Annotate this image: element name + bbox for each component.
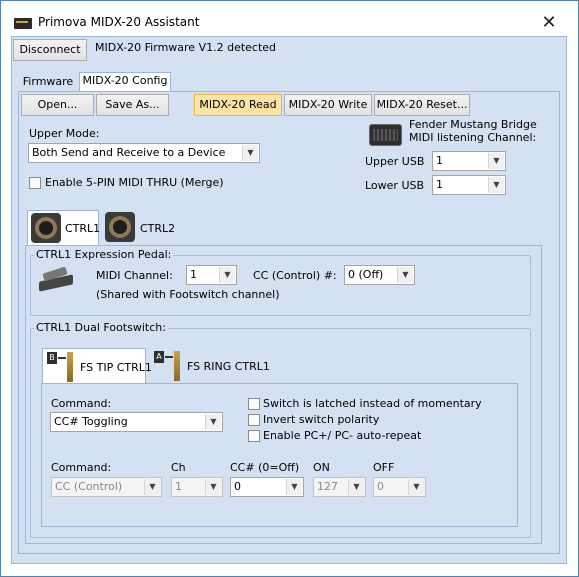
tab-ctrl2[interactable]: CTRL2 <box>104 212 176 244</box>
upper-mode-select[interactable]: Both Send and Receive to a Device ▼ <box>28 143 260 163</box>
chevron-down-icon: ▼ <box>144 479 160 495</box>
midx20-read-button[interactable]: MIDX-20 Read <box>194 94 282 116</box>
row-command-select[interactable]: CC (Control) ▼ <box>51 477 162 497</box>
row-command-label: Command: <box>51 461 112 474</box>
upper-mode-value: Both Send and Receive to a Device <box>32 146 226 159</box>
lower-usb-value: 1 <box>436 178 443 191</box>
row-ch-value: 1 <box>175 480 182 493</box>
fs-ring-badge: A <box>154 351 164 363</box>
invert-polarity-checkbox[interactable] <box>248 414 260 426</box>
tab-fs-ring[interactable]: A FS RING CTRL1 <box>152 350 270 382</box>
jack-icon <box>105 212 135 242</box>
midx20-write-button[interactable]: MIDX-20 Write <box>284 94 372 116</box>
fender-title: Fender Mustang Bridge <box>409 118 537 131</box>
tab-ctrl2-label: CTRL2 <box>140 222 176 235</box>
upper-usb-value: 1 <box>436 154 443 167</box>
jack-icon <box>31 213 61 243</box>
chevron-down-icon: ▼ <box>286 479 302 495</box>
row-on-value: 127 <box>317 480 338 493</box>
cc-control-value: 0 (Off) <box>348 268 384 281</box>
chevron-down-icon: ▼ <box>397 267 413 283</box>
midi-channel-value: 1 <box>190 268 197 281</box>
chevron-down-icon: ▼ <box>205 479 221 495</box>
command-label: Command: <box>51 397 112 410</box>
latched-label: Switch is latched instead of momentary <box>263 397 482 410</box>
footswitch-tip-icon: B <box>47 352 77 382</box>
midi-channel-label: MIDI Channel: <box>96 269 173 282</box>
command-value: CC# Toggling <box>54 415 128 428</box>
footswitch-ring-icon: A <box>154 351 184 381</box>
window-title: Primova MIDX-20 Assistant <box>38 15 200 29</box>
auto-repeat-checkbox[interactable] <box>248 430 260 442</box>
tab-fs-ring-label: FS RING CTRL1 <box>187 360 270 373</box>
row-ch-label: Ch <box>171 461 186 474</box>
row-cc-value: 0 <box>234 480 241 493</box>
fender-subtitle: MIDI listening Channel: <box>409 131 537 144</box>
disconnect-button[interactable]: Disconnect <box>13 39 87 61</box>
row-on-label: ON <box>313 461 330 474</box>
row-off-select[interactable]: 0 ▼ <box>373 477 426 497</box>
tab-ctrl1-label: CTRL1 <box>65 222 101 235</box>
chevron-down-icon: ▼ <box>219 267 235 283</box>
chevron-down-icon: ▼ <box>408 479 424 495</box>
tab-fs-tip-label: FS TIP CTRL1 <box>80 361 152 374</box>
row-off-label: OFF <box>373 461 395 474</box>
chevron-down-icon: ▼ <box>348 479 364 495</box>
row-command-value: CC (Control) <box>55 480 123 493</box>
upper-usb-select[interactable]: 1 ▼ <box>432 151 506 171</box>
auto-repeat-label: Enable PC+/ PC- auto-repeat <box>263 429 422 442</box>
midi-channel-select[interactable]: 1 ▼ <box>186 265 237 285</box>
expression-pedal-legend: CTRL1 Expression Pedal: <box>34 248 174 261</box>
chevron-down-icon: ▼ <box>488 153 504 169</box>
midx20-reset-button[interactable]: MIDX-20 Reset... <box>374 94 470 116</box>
fs-tip-badge: B <box>47 352 57 364</box>
upper-usb-label: Upper USB <box>365 155 425 168</box>
latched-checkbox[interactable] <box>248 398 260 410</box>
shared-channel-note: (Shared with Footswitch channel) <box>96 288 280 301</box>
close-icon[interactable]: ✕ <box>537 12 561 34</box>
save-as-button[interactable]: Save As... <box>96 94 169 116</box>
expression-pedal-group <box>30 255 531 316</box>
chevron-down-icon: ▼ <box>205 414 221 430</box>
midi-thru-checkbox[interactable] <box>29 177 41 189</box>
tab-midx20-config[interactable]: MIDX-20 Config <box>79 72 171 92</box>
row-on-select[interactable]: 127 ▼ <box>313 477 366 497</box>
lower-usb-label: Lower USB <box>365 179 425 192</box>
row-cc-select[interactable]: 0 ▼ <box>230 477 304 497</box>
invert-polarity-label: Invert switch polarity <box>263 413 380 426</box>
amplifier-icon <box>369 124 402 146</box>
command-select[interactable]: CC# Toggling ▼ <box>50 412 223 432</box>
firmware-status: MIDX-20 Firmware V1.2 detected <box>95 41 277 54</box>
midi-thru-label: Enable 5-PIN MIDI THRU (Merge) <box>45 176 224 189</box>
app-icon <box>14 18 32 29</box>
row-ch-select[interactable]: 1 ▼ <box>171 477 223 497</box>
cc-control-select[interactable]: 0 (Off) ▼ <box>344 265 415 285</box>
tab-firmware[interactable]: Firmware <box>20 74 76 92</box>
dual-footswitch-legend: CTRL1 Dual Footswitch: <box>34 321 168 334</box>
chevron-down-icon: ▼ <box>242 145 258 161</box>
cc-control-label: CC (Control) #: <box>253 269 337 282</box>
tab-ctrl1[interactable]: CTRL1 <box>27 210 101 246</box>
expression-pedal-icon <box>37 266 75 292</box>
chevron-down-icon: ▼ <box>488 177 504 193</box>
row-cc-label: CC# (0=Off) <box>230 461 300 474</box>
row-off-value: 0 <box>377 480 384 493</box>
upper-mode-label: Upper Mode: <box>29 127 100 140</box>
lower-usb-select[interactable]: 1 ▼ <box>432 175 506 195</box>
tab-fs-tip[interactable]: B FS TIP CTRL1 <box>42 348 152 384</box>
open-button[interactable]: Open... <box>21 94 94 116</box>
